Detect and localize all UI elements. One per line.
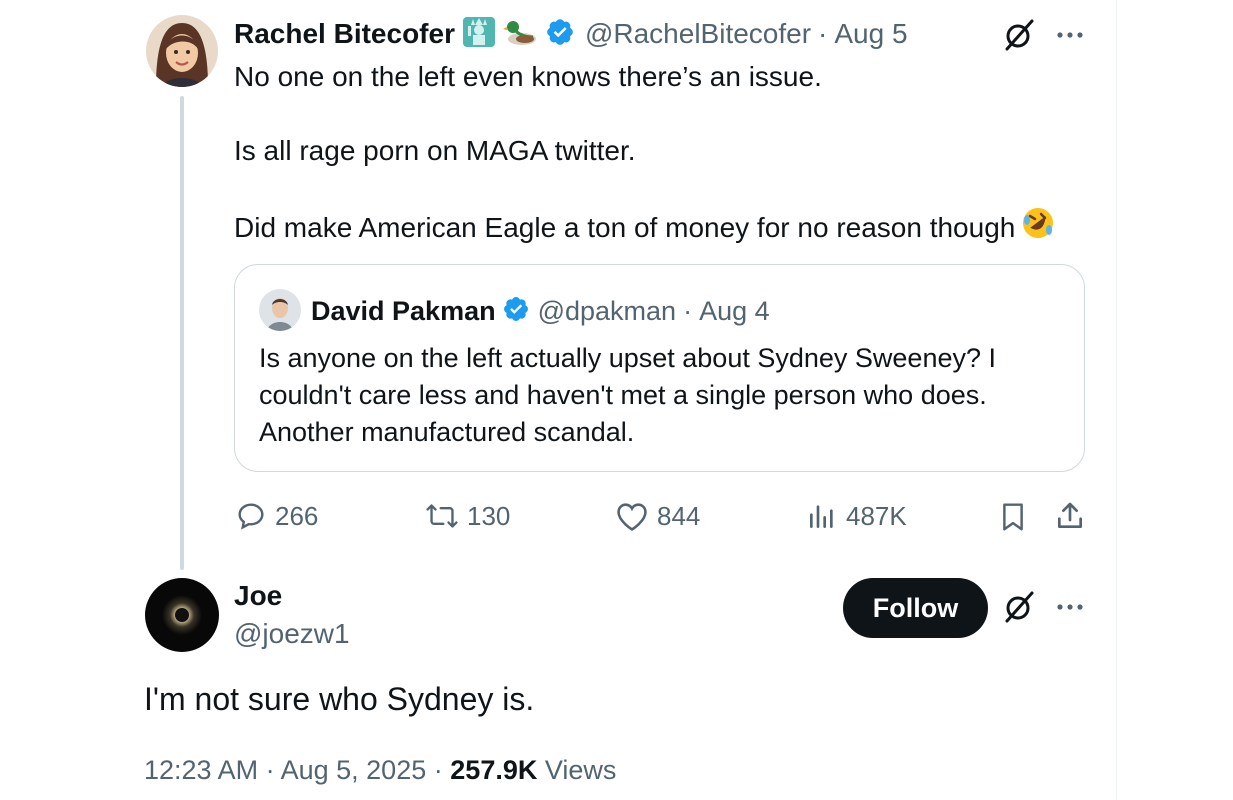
reply-tweet-text: I'm not sure who Sydney is. xyxy=(144,681,535,717)
separator-dot: · xyxy=(433,755,443,785)
quoted-line-1: Is anyone on the left actually upset abo… xyxy=(259,343,996,373)
like-button[interactable]: 844 xyxy=(615,500,700,532)
separator-dot: · xyxy=(265,755,275,785)
quoted-tweet-text: Is anyone on the left actually upset abo… xyxy=(259,340,1069,451)
like-count: 844 xyxy=(657,500,701,531)
grok-icon[interactable] xyxy=(1002,590,1036,629)
column-border xyxy=(1116,0,1117,800)
more-options-icon[interactable] xyxy=(1055,600,1085,618)
separator-dot: · xyxy=(683,295,693,326)
reply-button[interactable]: 266 xyxy=(235,500,318,532)
reply-author-handle[interactable]: @joezw1 xyxy=(234,618,350,650)
views-count: 487K xyxy=(846,500,907,531)
grok-icon[interactable] xyxy=(1002,18,1036,57)
tweet-line-2: Is all rage porn on MAGA twitter. xyxy=(234,135,636,166)
author-handle[interactable]: @RachelBitecofer xyxy=(585,18,811,50)
quoted-line-3: Another manufactured scandal. xyxy=(259,417,635,447)
tweet-views-count[interactable]: 257.9K xyxy=(450,755,537,785)
main-tweet-text: No one on the left even knows there’s an… xyxy=(234,58,1094,249)
tweet-metadata: 12:23 AM · Aug 5, 2025 · 257.9K Views xyxy=(144,755,616,786)
quoted-author-handle[interactable]: @dpakman xyxy=(538,296,676,327)
more-options-icon[interactable] xyxy=(1055,28,1085,46)
tweet-views-label: Views xyxy=(544,755,617,785)
statue-of-liberty-icon xyxy=(461,15,497,54)
reply-icon xyxy=(238,503,264,530)
tweet-full-date[interactable]: Aug 5, 2025 xyxy=(281,755,427,785)
verified-badge-icon[interactable] xyxy=(545,17,575,52)
tweet-time[interactable]: 12:23 AM xyxy=(144,755,258,785)
repost-icon xyxy=(426,504,458,528)
author-name[interactable]: Rachel Bitecofer xyxy=(234,18,455,50)
repost-count: 130 xyxy=(467,500,511,531)
heart-icon xyxy=(617,503,647,531)
separator-dot: · xyxy=(818,18,828,49)
share-icon[interactable] xyxy=(1054,500,1086,537)
quoted-tweet-header: David Pakman @dpakman · Aug 4 xyxy=(311,292,770,330)
main-tweet-header: Rachel Bitecofer @RachelBitecofer · Aug … xyxy=(234,14,908,54)
duck-icon xyxy=(502,15,539,54)
reply-count: 266 xyxy=(275,500,319,531)
views-button[interactable]: 487K xyxy=(806,500,907,532)
tweet-date[interactable]: Aug 5 xyxy=(834,18,907,50)
tweet-line-1: No one on the left even knows there’s an… xyxy=(234,61,822,92)
tweet-line-3: Did make American Eagle a ton of money f… xyxy=(234,212,1016,243)
bookmark-icon[interactable] xyxy=(998,501,1028,538)
quoted-author-name[interactable]: David Pakman xyxy=(311,296,496,327)
analytics-icon xyxy=(810,505,833,528)
thread-connector-line xyxy=(180,96,184,570)
rolling-on-floor-laughing-icon xyxy=(1021,206,1055,249)
pakman-avatar[interactable] xyxy=(259,289,301,331)
quoted-line-2: couldn't care less and haven't met a sin… xyxy=(259,380,987,410)
rachel-avatar[interactable] xyxy=(146,15,218,87)
joe-avatar[interactable] xyxy=(145,578,219,652)
follow-button[interactable]: Follow xyxy=(843,578,988,638)
verified-badge-icon[interactable] xyxy=(502,295,530,328)
quoted-tweet-date[interactable]: Aug 4 xyxy=(699,296,770,327)
reply-author-name[interactable]: Joe xyxy=(234,580,282,612)
repost-button[interactable]: 130 xyxy=(425,500,510,532)
